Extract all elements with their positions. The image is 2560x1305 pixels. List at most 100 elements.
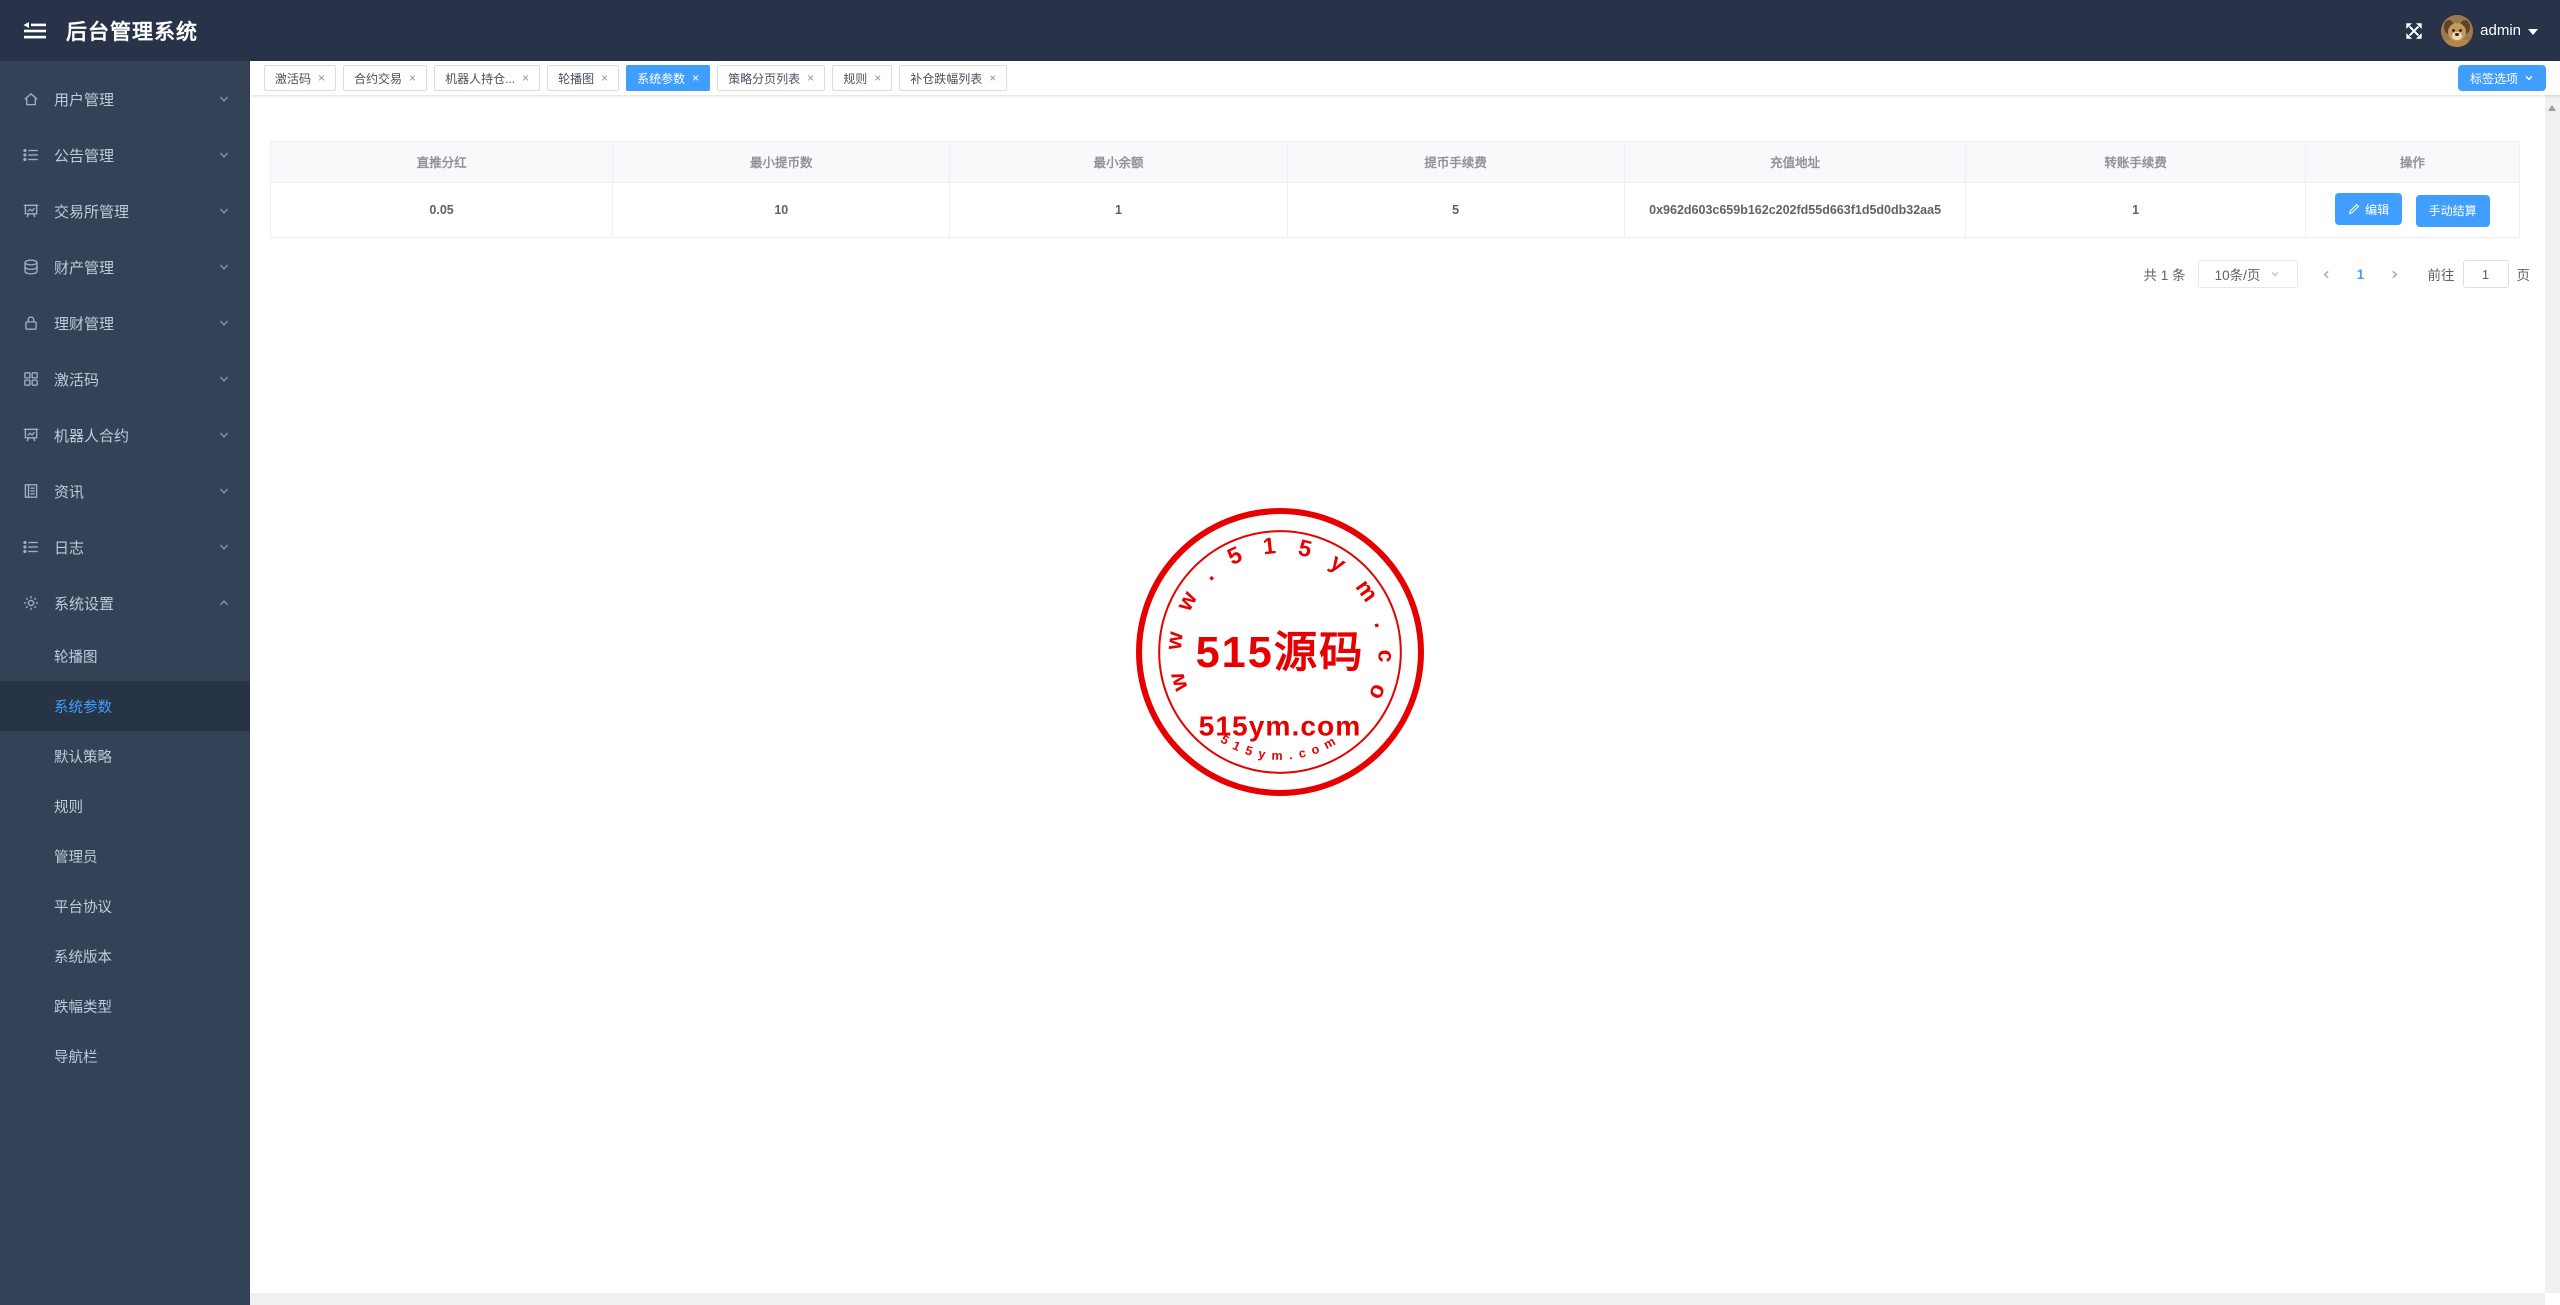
goto-page-input[interactable] [2462,260,2509,288]
table-row: 0.05 10 1 5 0x962d603c659b162c202fd55d66… [271,182,2519,237]
list-icon [23,148,38,162]
sidebar: 用户管理 公告管理 交易所管理 财产管理 理财管理 激活码 机器人合约 资讯 日… [0,61,250,1305]
cell-withdraw-fee: 5 [1287,182,1625,237]
sidebar-item-logs[interactable]: 日志 [0,519,250,575]
cell-direct-bonus: 0.05 [271,182,614,237]
sidebar-fold-icon[interactable] [22,21,48,41]
close-icon[interactable]: × [807,71,814,85]
sidebar-item-system-settings[interactable]: 系统设置 [0,575,250,631]
database-icon [24,259,38,275]
col-min-withdraw: 最小提币数 [612,142,951,183]
chevron-down-icon [219,320,229,326]
sidebar-subitem-system-params[interactable]: 系统参数 [0,681,250,731]
tab-robot-position[interactable]: 机器人持仓... × [434,65,541,91]
sidebar-item-exchange-management[interactable]: 交易所管理 [0,183,250,239]
sidebar-item-activation-code[interactable]: 激活码 [0,351,250,407]
user-avatar[interactable] [2441,14,2474,47]
chevron-left-icon [2323,270,2329,278]
horizontal-scrollbar[interactable] [250,1293,2545,1305]
main-area: 激活码 × 合约交易 × 机器人持仓... × 轮播图 × 系统参数 × 策略分页列表 × … [250,61,2560,1305]
gear-icon [24,596,38,610]
sidebar-subitem-admins[interactable]: 管理员 [0,831,250,881]
cell-actions: 编辑 手动结算 [2305,182,2519,237]
col-withdraw-fee: 提币手续费 [1287,142,1625,183]
goto-page-group: 前往 页 [2427,260,2531,288]
tab-margin-call-list[interactable]: 补仓跌幅列表 × [899,65,1008,91]
system-params-table: 直推分红 最小提币数 最小余额 提币手续费 充值地址 转账手续费 操作 0.05… [271,142,2519,237]
tab-system-params[interactable]: 系统参数 × [626,65,711,91]
chevron-down-icon [2525,75,2533,81]
username-label: admin [2480,22,2521,39]
tab-rules[interactable]: 规则 × [832,65,893,91]
stamp-sub-text: 515ym.com [1199,710,1362,742]
close-icon[interactable]: × [874,71,881,85]
sidebar-item-robot-contract[interactable]: 机器人合约 [0,407,250,463]
tab-activation-code[interactable]: 激活码 × [264,65,337,91]
tag-options-button[interactable]: 标签选项 [2457,65,2546,91]
chevron-down-icon [219,152,229,158]
tabs-bar: 激活码 × 合约交易 × 机器人持仓... × 轮播图 × 系统参数 × 策略分页列表 × … [250,61,2560,95]
user-menu[interactable]: admin [2441,14,2538,47]
col-direct-bonus: 直推分红 [271,142,614,183]
sidebar-subitem-default-strategy[interactable]: 默认策略 [0,731,250,781]
fullscreen-icon[interactable] [2403,20,2425,42]
edit-button[interactable]: 编辑 [2335,193,2403,225]
goto-label: 前往 [2427,268,2455,283]
sidebar-item-user-management[interactable]: 用户管理 [0,71,250,127]
sidebar-subitem-navbar[interactable]: 导航栏 [0,1031,250,1081]
user-caret-down-icon [2528,28,2538,35]
cell-min-balance: 1 [949,182,1288,237]
chevron-down-icon [219,432,229,438]
presentation-icon [23,204,39,218]
chevron-down-icon [219,208,229,214]
col-deposit-address: 充值地址 [1624,142,1967,183]
sidebar-subitem-carousel[interactable]: 轮播图 [0,631,250,681]
close-icon[interactable]: × [601,71,608,85]
col-transfer-fee: 转账手续费 [1965,142,2306,183]
pagination-total: 共 1 条 [2143,268,2186,283]
next-page-button[interactable] [2380,260,2410,288]
sidebar-subitem-rules[interactable]: 规则 [0,781,250,831]
col-min-balance: 最小余额 [949,142,1288,183]
chevron-down-icon [219,96,229,102]
chevron-up-icon [219,599,229,606]
sidebar-subitem-decline-type[interactable]: 跌幅类型 [0,981,250,1031]
page-number-1[interactable]: 1 [2346,267,2376,282]
sidebar-subitem-system-version[interactable]: 系统版本 [0,931,250,981]
page-unit-label: 页 [2516,268,2531,283]
sidebar-item-news[interactable]: 资讯 [0,463,250,519]
close-icon[interactable]: × [692,71,699,85]
sidebar-item-announcement-management[interactable]: 公告管理 [0,127,250,183]
close-icon[interactable]: × [989,71,996,85]
pencil-icon [2349,203,2360,215]
sidebar-subitem-platform-agreement[interactable]: 平台协议 [0,881,250,931]
watermark-stamp: www.515ym.com 515源码 515ym.com 515ym.com [1134,506,1424,796]
col-actions: 操作 [2305,142,2519,183]
admin-app: 后台管理系统 admin 用户管理 公告管理 交易所管理 财产管理 理财管理 激… [0,0,2560,1305]
close-icon[interactable]: × [522,71,529,85]
stamp-bottom-arc-text: 515ym.com [1218,732,1338,763]
sidebar-item-wealth-management[interactable]: 理财管理 [0,295,250,351]
presentation-icon [23,428,39,442]
cell-min-withdraw: 10 [612,182,951,237]
scroll-up-icon[interactable] [2548,105,2556,111]
cell-deposit-address: 0x962d603c659b162c202fd55d663f1d5d0db32a… [1624,182,1967,237]
prev-page-button[interactable] [2312,260,2342,288]
manual-settle-button[interactable]: 手动结算 [2415,194,2490,227]
chevron-right-icon [2392,270,2398,278]
table-header-row: 直推分红 最小提币数 最小余额 提币手续费 充值地址 转账手续费 操作 [271,142,2519,183]
sidebar-item-asset-management[interactable]: 财产管理 [0,239,250,295]
home-icon [24,92,38,106]
grid-icon [24,372,38,386]
list-icon [23,540,38,554]
tab-carousel[interactable]: 轮播图 × [547,65,620,91]
close-icon[interactable]: × [318,71,325,85]
chevron-down-icon [219,264,229,270]
chevron-down-icon [2271,271,2279,277]
page-size-select[interactable]: 10条/页 [2197,260,2298,288]
vertical-scrollbar[interactable] [2545,95,2560,1293]
close-icon[interactable]: × [409,71,416,85]
tab-strategy-page-list[interactable]: 策略分页列表 × [717,65,826,91]
cell-transfer-fee: 1 [1965,182,2306,237]
tab-contract-trade[interactable]: 合约交易 × [343,65,428,91]
